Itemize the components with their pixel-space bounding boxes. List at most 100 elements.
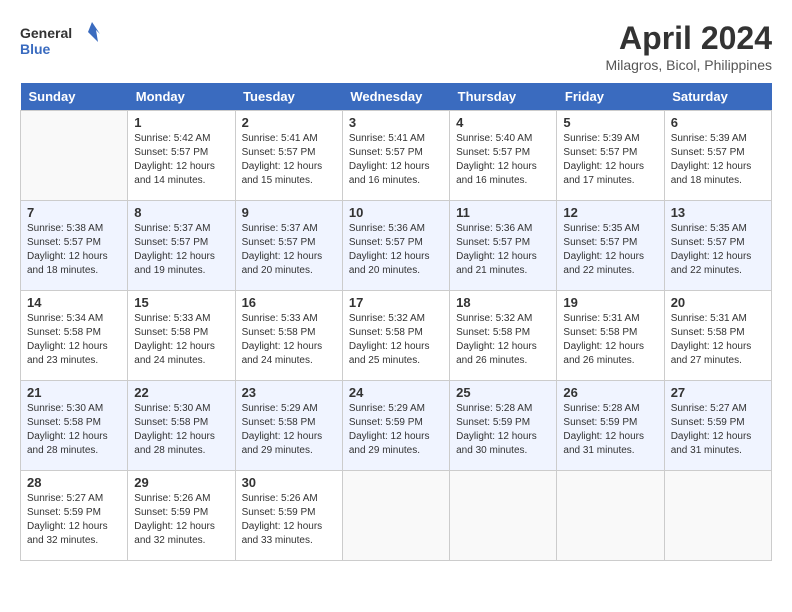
day-info: Sunrise: 5:36 AMSunset: 5:57 PMDaylight:… — [456, 222, 550, 278]
week-row-1: 1 Sunrise: 5:42 AMSunset: 5:57 PMDaylight… — [21, 111, 772, 201]
weekday-header-thursday: Thursday — [450, 83, 557, 111]
day-number: 8 — [134, 205, 228, 220]
day-info: Sunrise: 5:42 AMSunset: 5:57 PMDaylight:… — [134, 132, 228, 188]
weekday-header-row: SundayMondayTuesdayWednesdayThursdayFrid… — [21, 83, 772, 111]
calendar-cell: 30 Sunrise: 5:26 AMSunset: 5:59 PMDayligh… — [235, 471, 342, 561]
day-number: 13 — [671, 205, 765, 220]
day-info: Sunrise: 5:28 AMSunset: 5:59 PMDaylight:… — [563, 402, 657, 458]
day-number: 18 — [456, 295, 550, 310]
day-info: Sunrise: 5:40 AMSunset: 5:57 PMDaylight:… — [456, 132, 550, 188]
day-number: 12 — [563, 205, 657, 220]
calendar-cell: 9Sunrise: 5:37 AMSunset: 5:57 PMDaylight… — [235, 201, 342, 291]
page-header: General Blue April 2024 Milagros, Bicol,… — [20, 20, 772, 73]
day-info: Sunrise: 5:33 AMSunset: 5:58 PMDaylight:… — [134, 312, 228, 368]
calendar-cell: 26 Sunrise: 5:28 AMSunset: 5:59 PMDayligh… — [557, 381, 664, 471]
day-info: Sunrise: 5:39 AMSunset: 5:57 PMDaylight:… — [563, 132, 657, 188]
day-info: Sunrise: 5:38 AMSunset: 5:57 PMDaylight:… — [27, 222, 121, 278]
weekday-header-wednesday: Wednesday — [342, 83, 449, 111]
day-number: 5 — [563, 115, 657, 130]
day-number: 16 — [242, 295, 336, 310]
calendar-cell: 2Sunrise: 5:41 AMSunset: 5:57 PMDaylight… — [235, 111, 342, 201]
day-number: 23 — [242, 385, 336, 400]
day-info: Sunrise: 5:39 AMSunset: 5:57 PMDaylight:… — [671, 132, 765, 188]
week-row-4: 21 Sunrise: 5:30 AMSunset: 5:58 PMDayligh… — [21, 381, 772, 471]
calendar-cell: 14 Sunrise: 5:34 AMSunset: 5:58 PMDayligh… — [21, 291, 128, 381]
weekday-header-sunday: Sunday — [21, 83, 128, 111]
calendar-cell: 21 Sunrise: 5:30 AMSunset: 5:58 PMDayligh… — [21, 381, 128, 471]
day-info: Sunrise: 5:26 AMSunset: 5:59 PMDaylight:… — [134, 492, 228, 548]
calendar-cell: 28Sunrise: 5:27 AMSunset: 5:59 PMDayligh… — [21, 471, 128, 561]
month-year-title: April 2024 — [605, 20, 772, 57]
day-number: 20 — [671, 295, 765, 310]
calendar-cell — [557, 471, 664, 561]
day-info: Sunrise: 5:29 AMSunset: 5:59 PMDaylight:… — [349, 402, 443, 458]
day-info: Sunrise: 5:37 AMSunset: 5:57 PMDaylight:… — [242, 222, 336, 278]
calendar-cell: 17 Sunrise: 5:32 AMSunset: 5:58 PMDayligh… — [342, 291, 449, 381]
calendar-cell: 25 Sunrise: 5:28 AMSunset: 5:59 PMDayligh… — [450, 381, 557, 471]
day-info: Sunrise: 5:30 AMSunset: 5:58 PMDaylight:… — [27, 402, 121, 458]
day-info: Sunrise: 5:27 AMSunset: 5:59 PMDaylight:… — [27, 492, 121, 548]
day-info: Sunrise: 5:34 AMSunset: 5:58 PMDaylight:… — [27, 312, 121, 368]
weekday-header-friday: Friday — [557, 83, 664, 111]
day-info: Sunrise: 5:31 AMSunset: 5:58 PMDaylight:… — [563, 312, 657, 368]
day-number: 25 — [456, 385, 550, 400]
calendar-table: SundayMondayTuesdayWednesdayThursdayFrid… — [20, 83, 772, 561]
calendar-cell: 8 Sunrise: 5:37 AMSunset: 5:57 PMDaylight… — [128, 201, 235, 291]
calendar-cell: 15 Sunrise: 5:33 AMSunset: 5:58 PMDayligh… — [128, 291, 235, 381]
day-number: 21 — [27, 385, 121, 400]
day-info: Sunrise: 5:33 AMSunset: 5:58 PMDaylight:… — [242, 312, 336, 368]
calendar-cell: 5 Sunrise: 5:39 AMSunset: 5:57 PMDaylight… — [557, 111, 664, 201]
day-number: 14 — [27, 295, 121, 310]
day-info: Sunrise: 5:37 AMSunset: 5:57 PMDaylight:… — [134, 222, 228, 278]
day-number: 27 — [671, 385, 765, 400]
day-number: 11 — [456, 205, 550, 220]
calendar-cell: 6 Sunrise: 5:39 AMSunset: 5:57 PMDaylight… — [664, 111, 771, 201]
week-row-3: 14 Sunrise: 5:34 AMSunset: 5:58 PMDayligh… — [21, 291, 772, 381]
calendar-cell: 4 Sunrise: 5:40 AMSunset: 5:57 PMDaylight… — [450, 111, 557, 201]
logo: General Blue — [20, 20, 100, 60]
weekday-header-saturday: Saturday — [664, 83, 771, 111]
day-info: Sunrise: 5:27 AMSunset: 5:59 PMDaylight:… — [671, 402, 765, 458]
day-number: 22 — [134, 385, 228, 400]
day-info: Sunrise: 5:32 AMSunset: 5:58 PMDaylight:… — [456, 312, 550, 368]
calendar-cell: 18 Sunrise: 5:32 AMSunset: 5:58 PMDayligh… — [450, 291, 557, 381]
calendar-cell: 29 Sunrise: 5:26 AMSunset: 5:59 PMDayligh… — [128, 471, 235, 561]
day-info: Sunrise: 5:35 AMSunset: 5:57 PMDaylight:… — [563, 222, 657, 278]
day-info: Sunrise: 5:31 AMSunset: 5:58 PMDaylight:… — [671, 312, 765, 368]
day-number: 2 — [242, 115, 336, 130]
calendar-cell: 19 Sunrise: 5:31 AMSunset: 5:58 PMDayligh… — [557, 291, 664, 381]
week-row-5: 28Sunrise: 5:27 AMSunset: 5:59 PMDayligh… — [21, 471, 772, 561]
calendar-cell — [664, 471, 771, 561]
logo-svg: General Blue — [20, 20, 100, 60]
day-number: 30 — [242, 475, 336, 490]
day-number: 17 — [349, 295, 443, 310]
day-number: 15 — [134, 295, 228, 310]
day-number: 24 — [349, 385, 443, 400]
day-number: 26 — [563, 385, 657, 400]
calendar-cell: 7 Sunrise: 5:38 AMSunset: 5:57 PMDaylight… — [21, 201, 128, 291]
calendar-cell: 23 Sunrise: 5:29 AMSunset: 5:58 PMDayligh… — [235, 381, 342, 471]
day-number: 7 — [27, 205, 121, 220]
calendar-cell: 27 Sunrise: 5:27 AMSunset: 5:59 PMDayligh… — [664, 381, 771, 471]
weekday-header-tuesday: Tuesday — [235, 83, 342, 111]
calendar-cell: 13Sunrise: 5:35 AMSunset: 5:57 PMDayligh… — [664, 201, 771, 291]
day-number: 29 — [134, 475, 228, 490]
day-info: Sunrise: 5:29 AMSunset: 5:58 PMDaylight:… — [242, 402, 336, 458]
week-row-2: 7 Sunrise: 5:38 AMSunset: 5:57 PMDaylight… — [21, 201, 772, 291]
day-number: 19 — [563, 295, 657, 310]
day-info: Sunrise: 5:26 AMSunset: 5:59 PMDaylight:… — [242, 492, 336, 548]
day-info: Sunrise: 5:36 AMSunset: 5:57 PMDaylight:… — [349, 222, 443, 278]
day-number: 3 — [349, 115, 443, 130]
calendar-cell: 16 Sunrise: 5:33 AMSunset: 5:58 PMDayligh… — [235, 291, 342, 381]
calendar-cell: 3Sunrise: 5:41 AMSunset: 5:57 PMDaylight… — [342, 111, 449, 201]
day-number: 1 — [134, 115, 228, 130]
calendar-cell: 10Sunrise: 5:36 AMSunset: 5:57 PMDayligh… — [342, 201, 449, 291]
day-info: Sunrise: 5:32 AMSunset: 5:58 PMDaylight:… — [349, 312, 443, 368]
day-info: Sunrise: 5:28 AMSunset: 5:59 PMDaylight:… — [456, 402, 550, 458]
day-number: 6 — [671, 115, 765, 130]
day-number: 4 — [456, 115, 550, 130]
calendar-cell — [342, 471, 449, 561]
calendar-cell — [450, 471, 557, 561]
location-subtitle: Milagros, Bicol, Philippines — [605, 57, 772, 73]
svg-text:Blue: Blue — [20, 41, 51, 57]
